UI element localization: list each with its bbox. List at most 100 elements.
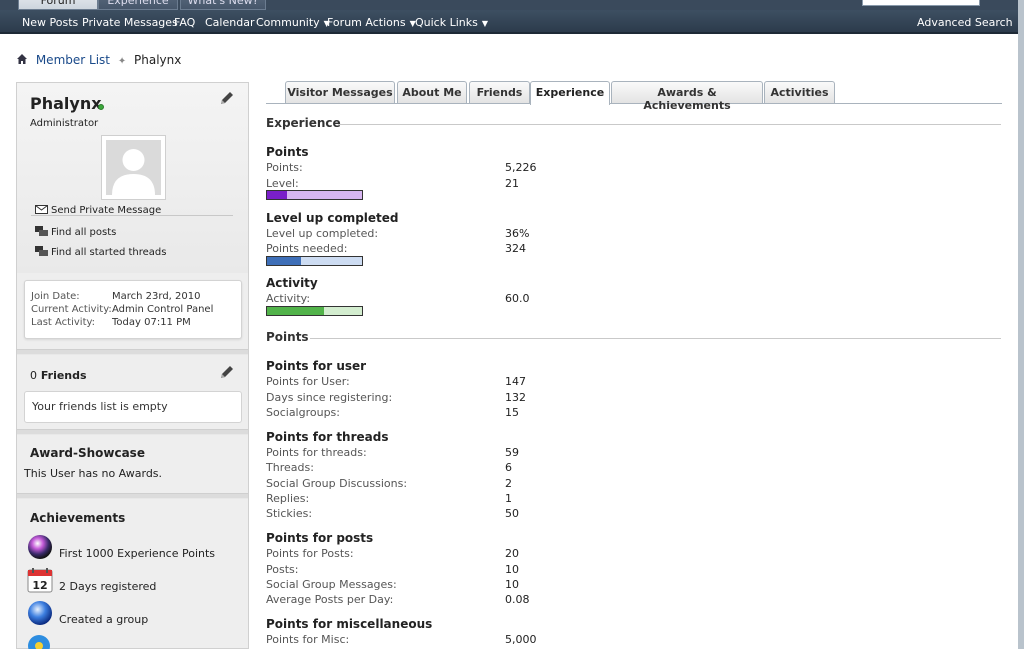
tab-awards-achievements[interactable]: Awards & Achievements [611,81,763,112]
row-label: Social Group Discussions: [266,477,408,490]
nav-faq[interactable]: FAQ [174,16,195,29]
achievement-label: 2 Days registered [59,580,157,593]
svg-text:12: 12 [32,579,47,592]
row-value: 10 [505,578,519,591]
tab-experience[interactable]: Experience [530,81,610,105]
profile-tabs: Visitor Messages About Me Friends Experi… [266,81,1002,112]
row-value: 6 [505,461,512,474]
row-value: 132 [505,391,526,404]
top-tab-experience[interactable]: Experience [98,0,178,10]
levelup-completed-label: Level up completed: [266,227,379,240]
profile-sidebar: Phalynx Administrator Send Private Messa… [16,82,249,649]
nav-forum-actions-label: Forum Actions [327,16,406,29]
edit-profile-icon[interactable] [219,90,235,106]
find-all-posts-link[interactable]: Find all posts [35,226,116,238]
top-tab-forum[interactable]: Forum [18,0,98,10]
activity-progress-bar [266,306,363,316]
edit-friends-icon[interactable] [219,364,235,380]
friends-list-box: Your friends list is empty [24,391,242,423]
tab-friends[interactable]: Friends [469,81,530,103]
row-value: 0.08 [505,593,530,606]
activity-group-title: Activity [266,276,318,290]
award-showcase-heading: Award-Showcase [30,446,145,460]
posts-icon [35,226,48,236]
row-label: Points for Posts: [266,547,354,560]
row-value: 15 [505,406,519,419]
row-value: 20 [505,547,519,560]
calendar-icon: 12 [27,568,53,593]
tab-activities[interactable]: Activities [764,81,835,103]
levelup-progress-bar [266,256,363,266]
info-current-activity: Current Activity:Admin Control Panel [31,304,214,315]
row-label: Socialgroups: [266,406,340,419]
find-all-threads-link[interactable]: Find all started threads [35,246,167,258]
section-divider [310,338,1001,339]
points-needed-value: 324 [505,242,526,255]
sidebar-separator [17,349,248,355]
points-value: 5,226 [505,161,537,174]
row-value: 2 [505,477,512,490]
points-posts-title: Points for posts [266,531,374,545]
sidebar-divider [31,215,233,216]
chevron-down-icon: ▼ [481,19,489,28]
info-join-date: Join Date: March 23rd, 2010 [31,291,201,302]
navbar: New Posts Private Messages FAQ Calendar … [0,10,1024,34]
envelope-icon [35,205,48,214]
friends-empty-text: Your friends list is empty [32,400,168,413]
points-misc-title: Points for miscellaneous [266,617,433,631]
user-info-box: Join Date: March 23rd, 2010 Current Activ… [24,280,242,339]
breadcrumb-member-list[interactable]: Member List [36,53,110,67]
row-label: Days since registering: [266,391,393,404]
nav-community[interactable]: Community ▼ [256,16,330,29]
default-avatar-icon [112,149,155,195]
sidebar-separator [17,493,248,499]
row-label: Replies: [266,492,310,505]
row-label: Points for User: [266,375,350,388]
nav-advanced-search[interactable]: Advanced Search [917,16,1013,29]
levelup-completed-value: 36% [505,227,530,240]
username: Phalynx [30,94,102,113]
window-edge [1018,0,1024,649]
tab-visitor-messages[interactable]: Visitor Messages [285,81,395,103]
points-threads-title: Points for threads [266,430,389,444]
nav-quick-links[interactable]: Quick Links ▼ [415,16,488,29]
user-card: Phalynx Administrator Send Private Messa… [17,83,248,273]
activity-label: Activity: [266,292,311,305]
home-icon[interactable] [16,53,28,65]
top-search-input[interactable] [862,0,980,6]
tab-about-me[interactable]: About Me [397,81,467,103]
find-all-threads-label: Find all started threads [51,247,167,258]
breadcrumb: Member List ✦ Phalynx [16,53,181,67]
row-value: 59 [505,446,519,459]
info-last-activity: Last Activity: Today 07:11 PM [31,317,191,328]
achievement-label: First 1000 Experience Points [59,547,216,560]
points-needed-label: Points needed: [266,242,348,255]
nav-new-posts[interactable]: New Posts [22,16,78,29]
row-value: 1 [505,492,512,505]
online-status-icon [98,104,104,110]
row-value: 10 [505,563,519,576]
points-label: Points: [266,161,303,174]
avatar [101,135,166,200]
row-label: Social Group Messages: [266,578,397,591]
row-value: 50 [505,507,519,520]
nav-quick-links-label: Quick Links [415,16,478,29]
experience-section-title: Experience [266,116,341,130]
achievement-label: Created a group [59,613,149,626]
row-label: Average Posts per Day: [266,593,394,606]
threads-icon [35,246,48,256]
row-value: 147 [505,375,526,388]
user-title: Administrator [30,118,99,129]
activity-value: 60.0 [505,292,530,305]
row-label: Threads: [266,461,314,474]
row-label: Points for threads: [266,446,367,459]
nav-calendar[interactable]: Calendar [205,16,254,29]
top-tab-whats-new[interactable]: What's New? [180,0,266,10]
row-value: 5,000 [505,633,537,646]
nav-forum-actions[interactable]: Forum Actions ▼ [327,16,416,29]
row-label: Stickies: [266,507,313,520]
flower-icon [28,635,50,649]
nav-private-messages[interactable]: Private Messages [82,16,178,29]
friends-heading: 0 Friends [30,369,87,382]
level-value: 21 [505,177,519,190]
